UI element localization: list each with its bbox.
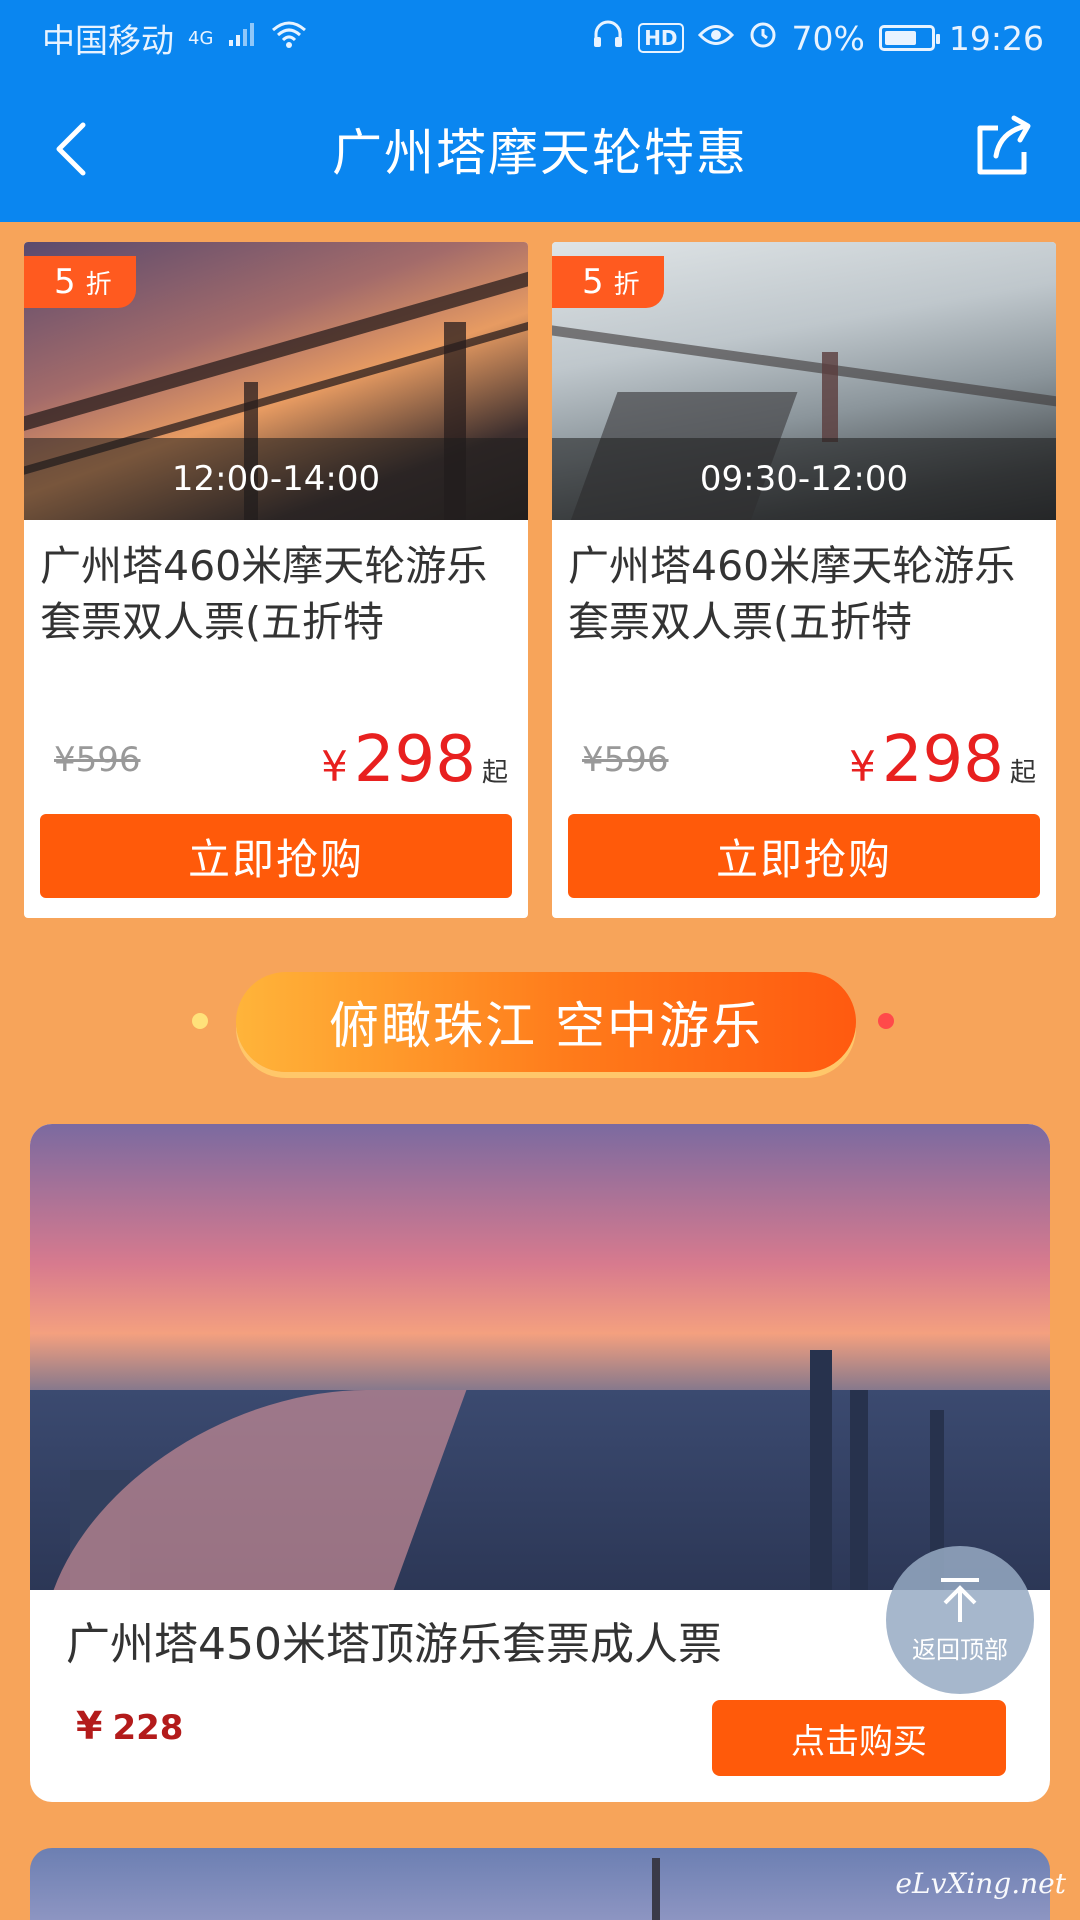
buy-button[interactable]: 点击购买 [712,1700,1006,1776]
arrow-up-icon [941,1577,979,1622]
network-type-label: 4G [188,27,214,49]
currency-symbol: ¥ [76,1704,103,1748]
price-value: 228 [112,1708,184,1748]
carrier-label: 中国移动 [42,21,174,60]
price-value: 298 [881,723,1004,797]
section-banner: 俯瞰珠江 空中游乐 [0,950,1080,1100]
section-title: 俯瞰珠江 空中游乐 [329,997,763,1055]
tower-silhouette [652,1858,660,1920]
back-button[interactable] [36,114,106,184]
featured-price: ¥ 228 [76,1704,183,1748]
product-card[interactable]: 5 折 09:30-12:00 广州塔460米摩天轮游乐套票双人票(五折特 ¥5… [552,242,1056,918]
price-value: 298 [353,723,476,797]
discount-number: 5 [582,262,604,302]
buy-now-button[interactable]: 立即抢购 [568,814,1040,898]
discount-badge: 5 折 [24,256,136,308]
currency-symbol: ¥ [849,742,876,791]
sale-price: ¥ 298 起 [321,723,508,797]
discount-unit: 折 [85,270,112,300]
clock: 19:26 [948,18,1044,58]
alarm-icon [748,19,778,57]
status-bar: 中国移动 4G HD 70% 19:26 [0,0,1080,76]
battery-icon [878,25,940,51]
product-image: 5 折 09:30-12:00 [552,242,1056,520]
discount-number: 5 [54,262,76,302]
wifi-icon [271,20,307,56]
original-price: ¥596 [582,740,669,780]
product-title: 广州塔460米摩天轮游乐套票双人票(五折特 [40,542,488,646]
product-image: 5 折 12:00-14:00 [24,242,528,520]
back-to-top-button[interactable]: 返回顶部 [886,1546,1034,1694]
featured-title: 广州塔450米塔顶游乐套票成人票 [66,1619,722,1670]
watermark: eLvXing.net [895,1867,1066,1900]
product-card[interactable]: 5 折 12:00-14:00 广州塔460米摩天轮游乐套票双人票(五折特 ¥5… [24,242,528,918]
buy-now-button[interactable]: 立即抢购 [40,814,512,898]
sale-price: ¥ 298 起 [849,723,1036,797]
banner-dot-left [192,1013,208,1029]
back-to-top-label: 返回顶部 [912,1635,1008,1664]
banner-dot-right [878,1013,894,1029]
price-row: ¥596 ¥ 298 起 [582,720,1036,800]
price-row: ¥596 ¥ 298 起 [54,720,508,800]
product-title: 广州塔460米摩天轮游乐套票双人票(五折特 [568,542,1016,646]
chevron-left-icon [56,122,86,176]
price-suffix: 起 [1009,758,1036,788]
time-slot: 09:30-12:00 [552,438,1056,520]
battery-fill [884,31,916,45]
headphones-icon [592,19,624,57]
currency-symbol: ¥ [321,742,348,791]
share-icon [977,115,1031,175]
eye-icon [697,21,734,56]
original-price: ¥596 [54,740,141,780]
navigation-bar: 广州塔摩天轮特惠 [0,76,1080,222]
featured-product-card[interactable]: 广州塔450米塔顶游乐套票成人票 ¥ 228 点击购买 [30,1124,1050,1802]
page-title: 广州塔摩天轮特惠 [332,124,748,182]
battery-percent: 70% [791,18,865,58]
signal-icon [227,20,257,56]
price-suffix: 起 [481,758,508,788]
share-button[interactable] [968,112,1038,182]
time-slot: 12:00-14:00 [24,438,528,520]
hd-icon: HD [638,23,684,53]
discount-badge: 5 折 [552,256,664,308]
featured-image [30,1124,1050,1590]
discount-unit: 折 [613,270,640,300]
